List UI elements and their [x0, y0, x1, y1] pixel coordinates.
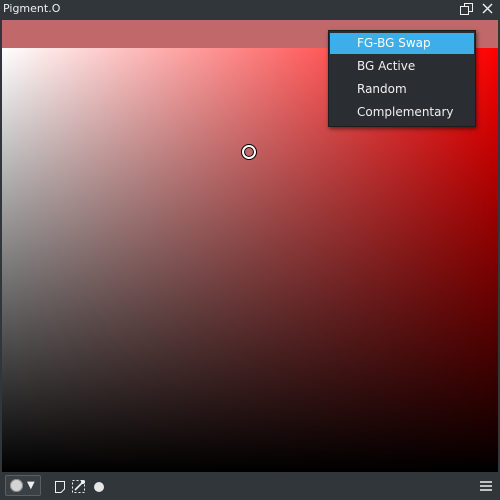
window-title: Pigment.O	[3, 2, 61, 15]
bottom-toolbar: ▼	[0, 473, 500, 500]
close-icon[interactable]	[480, 2, 495, 16]
hamburger-menu-icon[interactable]	[478, 478, 494, 494]
note-icon[interactable]	[52, 479, 68, 495]
menu-item-random[interactable]: Random	[330, 79, 474, 100]
float-window-icon[interactable]	[459, 2, 474, 16]
menu-item-complementary[interactable]: Complementary	[330, 102, 474, 123]
menu-item-fg-bg-swap[interactable]: FG-BG Swap	[330, 33, 474, 54]
circle-icon	[10, 479, 23, 492]
shape-selector-dropdown[interactable]: ▼	[5, 475, 41, 496]
color-cursor-handle[interactable]	[242, 145, 256, 159]
context-menu: FG-BG Swap BG Active Random Complementar…	[328, 30, 476, 127]
menu-item-bg-active[interactable]: BG Active	[330, 56, 474, 77]
dot-icon[interactable]	[91, 479, 107, 495]
eyedropper-selection-icon[interactable]	[71, 478, 87, 494]
chevron-down-icon: ▼	[27, 480, 35, 491]
title-bar: Pigment.O	[0, 0, 500, 18]
